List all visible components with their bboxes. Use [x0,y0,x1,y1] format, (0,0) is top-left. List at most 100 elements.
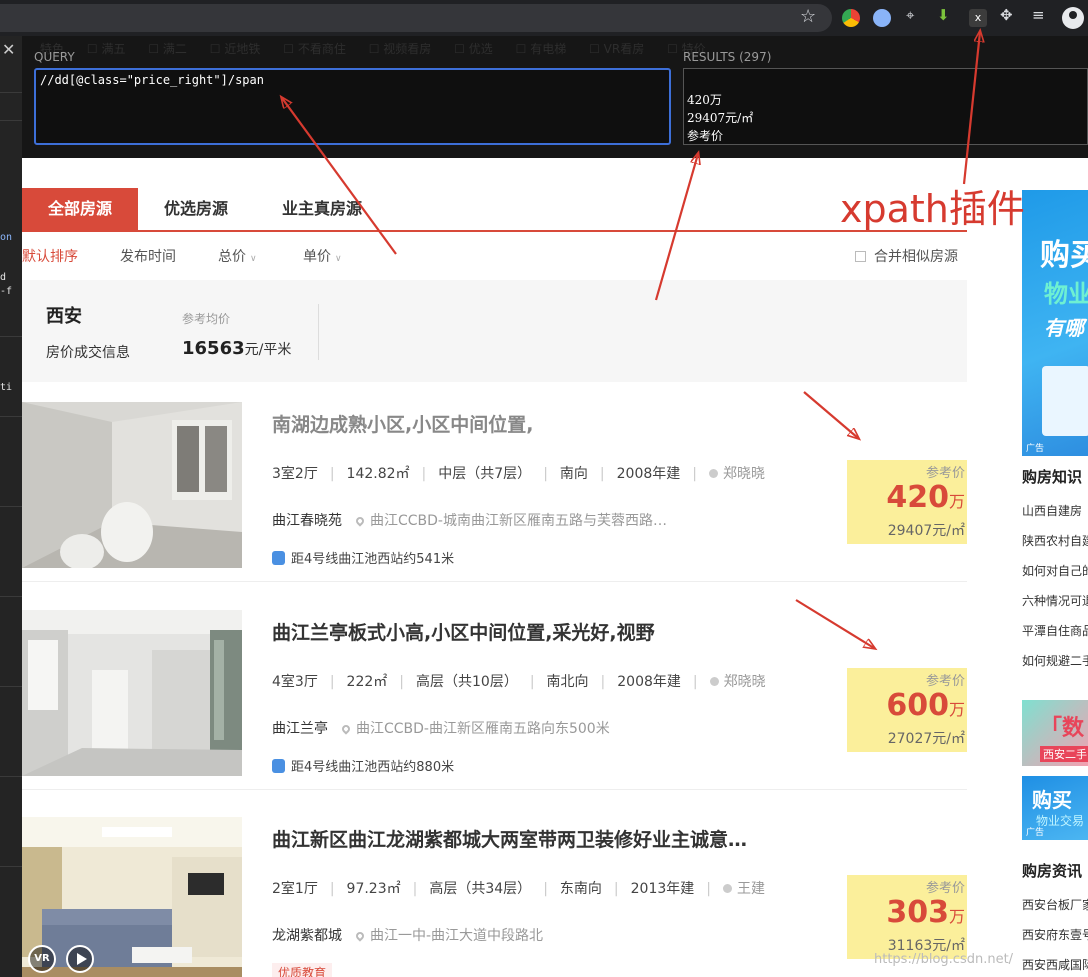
results-label: RESULTS (297) [683,50,772,64]
tab-all-listings[interactable]: 全部房源 [22,188,138,230]
listing-title-link[interactable]: 曲江兰亭板式小高,小区中间位置,采光好,视野 [272,618,655,645]
room-photo-empty [22,610,242,776]
floor: 高层（共34层） [429,881,532,897]
avg-price-value: 16563元/平米 [182,338,291,359]
merge-similar-label: 合并相似房源 [874,249,958,265]
address-text: 曲江一中-曲江大道中段路北 [370,928,544,944]
ad-headline: 「数 [1040,716,1085,741]
community-name-link[interactable]: 曲江春晓苑 [272,513,342,529]
address: 曲江一中-曲江大道中段路北 [354,928,544,944]
total-price-unit: 万 [948,492,965,511]
floor: 高层（共10层） [416,674,518,690]
reading-list-icon[interactable]: ≡ [1032,6,1045,24]
divider [22,581,967,582]
area: 142.82㎡ [346,466,410,482]
chrome-extension-icon[interactable] [842,9,860,27]
knowledge-section-title: 购房知识 [1022,468,1083,486]
news-section-title: 购房资讯 [1022,862,1083,880]
agent[interactable]: 王建 [722,878,765,898]
sort-unit-price[interactable]: 单价 ∨ [303,246,342,266]
owl-extension-icon[interactable] [873,9,891,27]
ad-label: 广告 [1026,828,1045,838]
result-line: 420万 [687,93,722,107]
listing-photo[interactable]: VR [22,817,242,977]
profile-avatar[interactable] [1062,7,1084,29]
city-name: 西安 [46,306,82,327]
knowledge-link[interactable]: 如何规避二手 [1022,652,1088,669]
person-icon [722,884,732,893]
knowledge-link[interactable]: 陕西农村自建 [1022,532,1088,549]
listing-item[interactable]: 南湖边成熟小区,小区中间位置, 3室2厅 | 142.82㎡ | 中层（共7层） | 南向 |… [22,382,967,582]
price-box: 参考价 600万 27027元/㎡ [847,668,967,752]
listing-title-link[interactable]: 南湖边成熟小区,小区中间位置, [272,410,533,437]
build-year: 2008年建 [616,466,681,482]
room-count: 3室2厅 [272,466,318,482]
ad-banner[interactable]: 购买 物业交易 广告 [1022,776,1088,840]
devtools-panel-edge: ✕ on d -f ti [0,36,22,977]
listing-photo[interactable] [22,402,242,568]
watermark: https://blog.csdn.net/ [874,952,1014,967]
download-extension-icon[interactable]: ⬇ [937,6,950,24]
ad-banner[interactable]: 「数 西安二手 [1022,700,1088,766]
news-link[interactable]: 西安台板厂家 [1022,896,1088,913]
xpath-results-output[interactable]: 420万 29407元/㎡ 参考价 [683,68,1088,145]
agent-name: 王建 [736,881,765,897]
ad-subline: 物业 [1044,280,1088,308]
address-bar[interactable] [0,4,832,32]
ad-headline: 购买 [1040,238,1088,273]
mouse-extension-icon[interactable]: ⌖ [906,6,914,24]
tab-preferred-listings[interactable]: 优选房源 [152,188,240,230]
address-text: 曲江CCBD-城南曲江新区雁南五路与芙蓉西路… [370,513,667,529]
community-name-link[interactable]: 曲江兰亭 [272,721,328,737]
knowledge-link[interactable]: 六种情况可退 [1022,592,1088,609]
facing: 东南向 [559,881,602,897]
agent[interactable]: 郑晓晓 [709,671,766,691]
total-price: 600万 [886,688,965,723]
ad-subline: 有哪 [1044,316,1084,340]
community-name-link[interactable]: 龙湖紫都城 [272,928,342,944]
price-box: 参考价 303万 31163元/㎡ [847,875,967,959]
community-line: 曲江春晓苑 曲江CCBD-城南曲江新区雁南五路与芙蓉西路… [272,510,667,530]
knowledge-link[interactable]: 如何对自己的 [1022,562,1088,579]
listing-title-link[interactable]: 曲江新区曲江龙湖紫都城大两室带两卫装修好业主诚意… [272,825,747,852]
room-count: 2室1厅 [272,881,318,897]
knowledge-link[interactable]: 山西自建房 [1022,502,1082,519]
agent[interactable]: 郑晓晓 [708,463,765,483]
vr-view-button[interactable]: VR [28,945,56,973]
community-line: 龙湖紫都城 曲江一中-曲江大道中段路北 [272,925,543,945]
browser-toolbar: ☆ ⌖ ⬇ x ✥ ≡ [0,0,1088,36]
sort-default[interactable]: 默认排序 [22,246,78,266]
listing-photo[interactable] [22,610,242,776]
price-deal-info-link[interactable]: 房价成交信息 [46,342,130,362]
listing-item[interactable]: VR 曲江新区曲江龙湖紫都城大两室带两卫装修好业主诚意… 2室1厅 | 97.23㎡… [22,797,967,977]
ad-label: 广告 [1026,444,1045,454]
metro-text: 距4号线曲江池西站约541米 [291,552,455,567]
extensions-puzzle-icon[interactable]: ✥ [1000,6,1013,24]
price-label: 参考价 [925,674,965,689]
xpath-helper-extension-icon[interactable]: x [969,9,987,27]
chevron-down-icon: ∨ [250,254,257,264]
average-price-panel: 西安 房价成交信息 参考均价 16563元/平米 [22,280,967,382]
area: 97.23㎡ [346,881,401,897]
bookmark-star-icon[interactable]: ☆ [800,6,816,27]
listing-item[interactable]: 曲江兰亭板式小高,小区中间位置,采光好,视野 4室3厅 | 222㎡ | 高层（共10层… [22,590,967,790]
right-sidebar: 购买 物业 有哪 广告 购房知识 山西自建房 陕西农村自建 如何对自己的 六种情… [1022,190,1088,977]
checkbox-icon[interactable] [855,251,866,262]
unit-price: 29407元/㎡ [887,523,965,539]
news-link[interactable]: 西安西咸国际 [1022,956,1088,973]
sort-total-price[interactable]: 总价 ∨ [218,246,257,266]
address-text: 曲江CCBD-曲江新区雁南五路向东500米 [356,721,610,737]
avg-price-number: 16563 [182,338,245,359]
sort-publish-time[interactable]: 发布时间 [120,246,176,266]
price-label: 参考价 [925,466,965,481]
play-video-icon[interactable] [66,945,94,973]
close-icon[interactable]: ✕ [2,40,15,59]
person-icon [708,469,718,478]
xpath-query-input[interactable]: //dd[@class="price_right"]/span [34,68,671,145]
tab-owner-listings[interactable]: 业主真房源 [272,188,372,230]
merge-similar-toggle[interactable]: 合并相似房源 [855,246,958,266]
news-link[interactable]: 西安府东壹号 [1022,926,1088,943]
ad-banner[interactable]: 购买 物业 有哪 广告 [1022,190,1088,456]
knowledge-link[interactable]: 平潭自住商品 [1022,622,1088,639]
sort-unit-price-label: 单价 [303,249,331,265]
